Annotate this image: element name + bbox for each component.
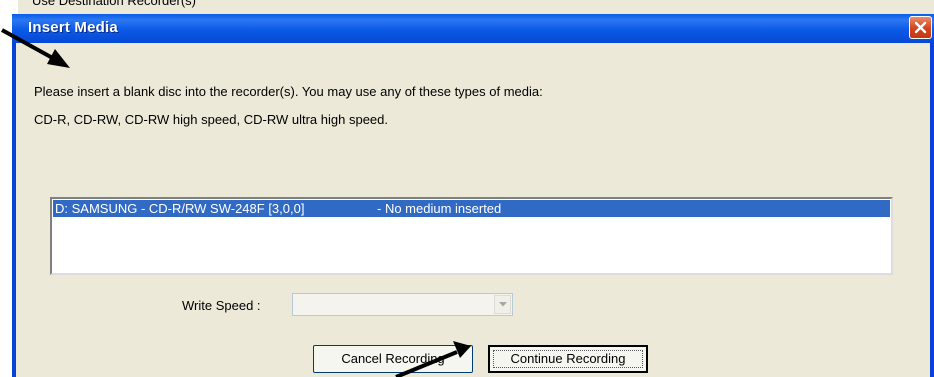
- media-types-text: CD-R, CD-RW, CD-RW high speed, CD-RW ult…: [34, 112, 388, 127]
- background-window-text: Use Destination Recorder(s): [32, 0, 197, 8]
- write-speed-select[interactable]: [292, 293, 513, 316]
- close-icon: [914, 21, 927, 34]
- write-speed-label: Write Speed :: [182, 298, 261, 313]
- recorder-status: - No medium inserted: [377, 201, 502, 216]
- focus-rectangle: [493, 350, 643, 368]
- background-window: Use Destination Recorder(s): [18, 0, 934, 14]
- dialog-title: Insert Media: [28, 19, 118, 36]
- insert-media-dialog: Insert Media Please insert a blank disc …: [12, 14, 934, 377]
- close-button[interactable]: [909, 16, 932, 39]
- recorder-list[interactable]: D: SAMSUNG - CD-R/RW SW-248F [3,0,0] - N…: [50, 197, 893, 275]
- chevron-down-icon: [499, 302, 507, 307]
- title-bar[interactable]: Insert Media: [12, 14, 934, 43]
- write-speed-dropdown-button[interactable]: [494, 295, 511, 314]
- cancel-recording-button[interactable]: Cancel Recording: [313, 345, 473, 373]
- instruction-text: Please insert a blank disc into the reco…: [34, 84, 543, 99]
- continue-recording-button[interactable]: Continue Recording: [488, 345, 648, 373]
- recorder-list-item[interactable]: D: SAMSUNG - CD-R/RW SW-248F [3,0,0] - N…: [53, 200, 890, 217]
- recorder-drive-label: D: SAMSUNG - CD-R/RW SW-248F [3,0,0]: [55, 201, 305, 216]
